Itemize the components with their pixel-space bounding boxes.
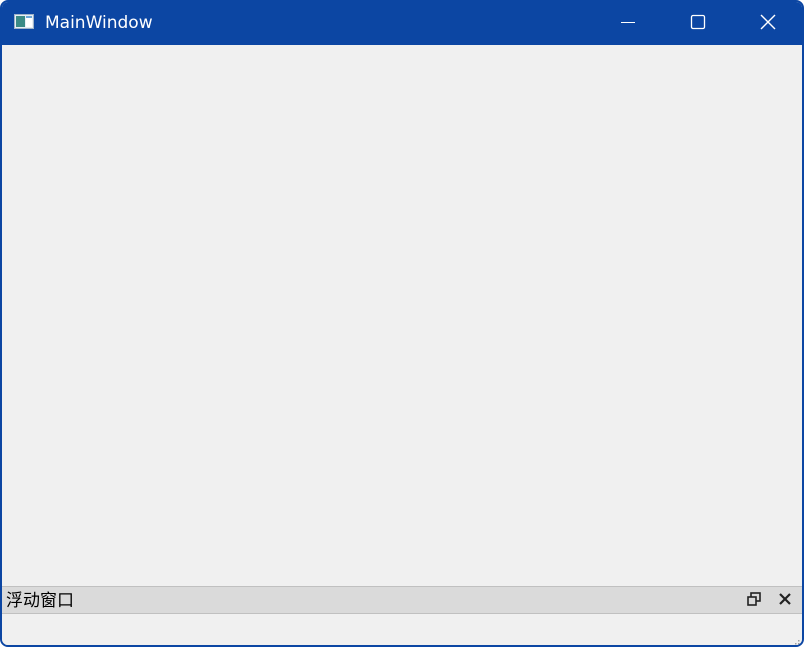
dock-widget-title: 浮动窗口 bbox=[6, 591, 74, 611]
close-button[interactable] bbox=[733, 2, 802, 45]
dock-widget-title-bar[interactable]: 浮动窗口 bbox=[2, 586, 802, 614]
central-widget bbox=[2, 45, 802, 586]
maximize-button[interactable] bbox=[663, 2, 733, 45]
window-title: MainWindow bbox=[45, 13, 153, 33]
float-restore-icon bbox=[747, 591, 761, 610]
minimize-button[interactable] bbox=[593, 2, 663, 45]
dock-float-button[interactable] bbox=[745, 591, 763, 609]
minimize-icon bbox=[620, 14, 636, 34]
close-icon bbox=[759, 13, 777, 35]
dock-widget-content bbox=[2, 614, 802, 645]
main-window: MainWindow 浮动窗口 bbox=[0, 0, 804, 647]
size-grip-icon[interactable] bbox=[790, 633, 800, 645]
maximize-icon bbox=[690, 14, 706, 34]
dock-close-button[interactable] bbox=[776, 591, 794, 609]
window-app-icon bbox=[14, 14, 34, 29]
close-icon bbox=[778, 591, 792, 610]
title-bar[interactable]: MainWindow bbox=[2, 2, 802, 45]
